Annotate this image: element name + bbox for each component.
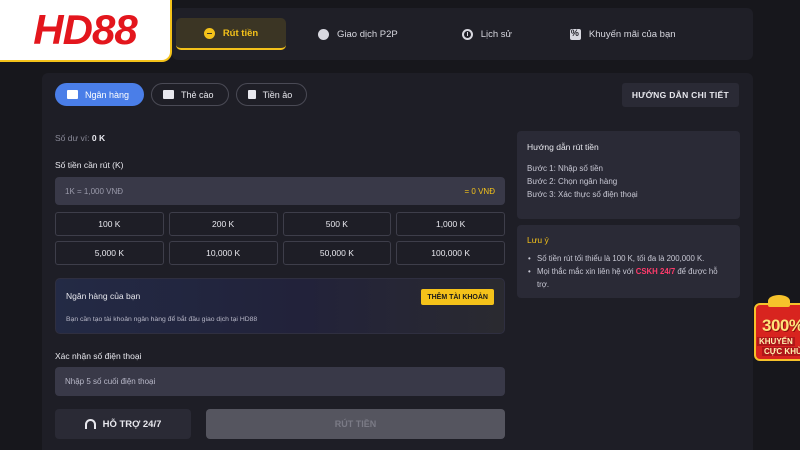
method-selector: Ngân hàng Thẻ cào Tiền ảo: [55, 83, 308, 106]
converted-amount: = 0 VNĐ: [464, 186, 495, 196]
tab-label: Giao dịch P2P: [337, 28, 398, 40]
withdraw-panel: Ngân hàng Thẻ cào Tiền ảo HƯỚNG DẪN CHI …: [42, 73, 753, 450]
guide-step: Bước 2: Chọn ngân hàng: [527, 177, 618, 186]
bank-icon: [67, 90, 78, 99]
phone-placeholder: Nhập 5 số cuối điện thoại: [65, 377, 156, 386]
method-label: Tiền ảo: [262, 89, 293, 100]
promo-line2: CỰC KHỦ: [762, 347, 800, 356]
brand-logo[interactable]: HD88: [0, 0, 172, 62]
support-label: HỖ TRỢ 24/7: [102, 418, 162, 430]
amount-option[interactable]: 200 K: [168, 212, 278, 236]
promo-badge[interactable]: 300% KHUYẾN CỰC KHỦ: [748, 295, 800, 363]
support-button[interactable]: HỖ TRỢ 24/7: [55, 409, 191, 439]
guide-step: Bước 3: Xác thực số điện thoại: [527, 190, 638, 199]
withdraw-guide-card: Hướng dẫn rút tiền Bước 1: Nhập số tiền …: [517, 131, 740, 219]
guide-title: Hướng dẫn rút tiền: [527, 142, 599, 152]
method-label: Thẻ cào: [181, 89, 214, 100]
headset-icon: [84, 419, 96, 429]
withdraw-button[interactable]: RÚT TIỀN: [206, 409, 505, 439]
crypto-icon: [247, 90, 256, 99]
promo-line1: KHUYẾN: [757, 337, 795, 346]
promo-percent: 300%: [762, 316, 800, 335]
detailed-guide-button[interactable]: HƯỚNG DẪN CHI TIẾT: [621, 83, 739, 107]
method-crypto[interactable]: Tiền ảo: [235, 83, 308, 106]
logo-text: HD88: [33, 6, 137, 53]
tab-label: Lịch sử: [480, 28, 512, 40]
amount-input[interactable]: 1K = 1,000 VNĐ = 0 VNĐ: [55, 177, 505, 205]
method-label: Ngân hàng: [85, 89, 130, 100]
amount-option[interactable]: 100 K: [55, 212, 164, 236]
note-card: Lưu ý Số tiền rút tối thiểu là 100 K, tố…: [517, 225, 740, 298]
method-bank[interactable]: Ngân hàng: [55, 83, 145, 106]
balance-label: Số dư ví:: [55, 133, 90, 143]
tab-label: Khuyến mãi của bạn: [588, 28, 676, 40]
tab-promotions[interactable]: Khuyến mãi của bạn: [560, 18, 686, 50]
amount-option[interactable]: 100,000 K: [396, 241, 505, 265]
amount-option[interactable]: 10,000 K: [168, 241, 278, 265]
tab-withdraw[interactable]: Rút tiền: [176, 18, 286, 50]
card-icon: [163, 90, 175, 99]
amount-option[interactable]: 5,000 K: [55, 241, 164, 265]
clock-icon: [461, 28, 473, 40]
method-card[interactable]: Thẻ cào: [151, 83, 229, 106]
withdraw-icon: [203, 27, 215, 39]
tab-p2p[interactable]: Giao dịch P2P: [308, 18, 408, 50]
bank-card-description: Bạn cần tạo tài khoản ngân hàng để bắt đ…: [66, 316, 258, 323]
tab-label: Rút tiền: [222, 27, 259, 39]
support-link[interactable]: CSKH 24/7: [636, 267, 675, 276]
note-title: Lưu ý: [527, 235, 549, 245]
promo-icon: [569, 28, 581, 40]
note-item: Mọi thắc mắc xin liên hệ với CSKH 24/7 đ…: [527, 265, 730, 291]
tab-history[interactable]: Lịch sử: [452, 18, 522, 50]
bank-card-title: Ngân hàng của bạn: [66, 291, 141, 301]
amount-option[interactable]: 500 K: [282, 212, 392, 236]
amount-options: 100 K 200 K 500 K 1,000 K 5,000 K 10,000…: [55, 212, 505, 265]
p2p-icon: [318, 28, 329, 40]
amount-option[interactable]: 50,000 K: [282, 241, 392, 265]
phone-label: Xác nhận số điện thoại: [55, 351, 142, 361]
add-account-button[interactable]: THÊM TÀI KHOẢN: [421, 289, 494, 305]
amount-label: Số tiền cần rút (K): [55, 160, 124, 170]
phone-input[interactable]: Nhập 5 số cuối điện thoại: [55, 367, 505, 396]
guide-step: Bước 1: Nhập số tiền: [527, 164, 603, 173]
wallet-balance: Số dư ví: 0 K: [55, 133, 105, 143]
amount-placeholder: 1K = 1,000 VNĐ: [65, 186, 124, 196]
top-nav: Rút tiền Giao dịch P2P Lịch sử Khuyến mã…: [172, 8, 753, 60]
balance-value: 0 K: [91, 133, 106, 143]
gift-bow-icon: [768, 295, 790, 307]
note-list: Số tiền rút tối thiểu là 100 K, tối đa l…: [527, 252, 730, 291]
amount-option[interactable]: 1,000 K: [396, 212, 505, 236]
note-item: Số tiền rút tối thiểu là 100 K, tối đa l…: [527, 252, 730, 265]
bank-account-card: Ngân hàng của bạn THÊM TÀI KHOẢN Bạn cần…: [55, 278, 505, 334]
